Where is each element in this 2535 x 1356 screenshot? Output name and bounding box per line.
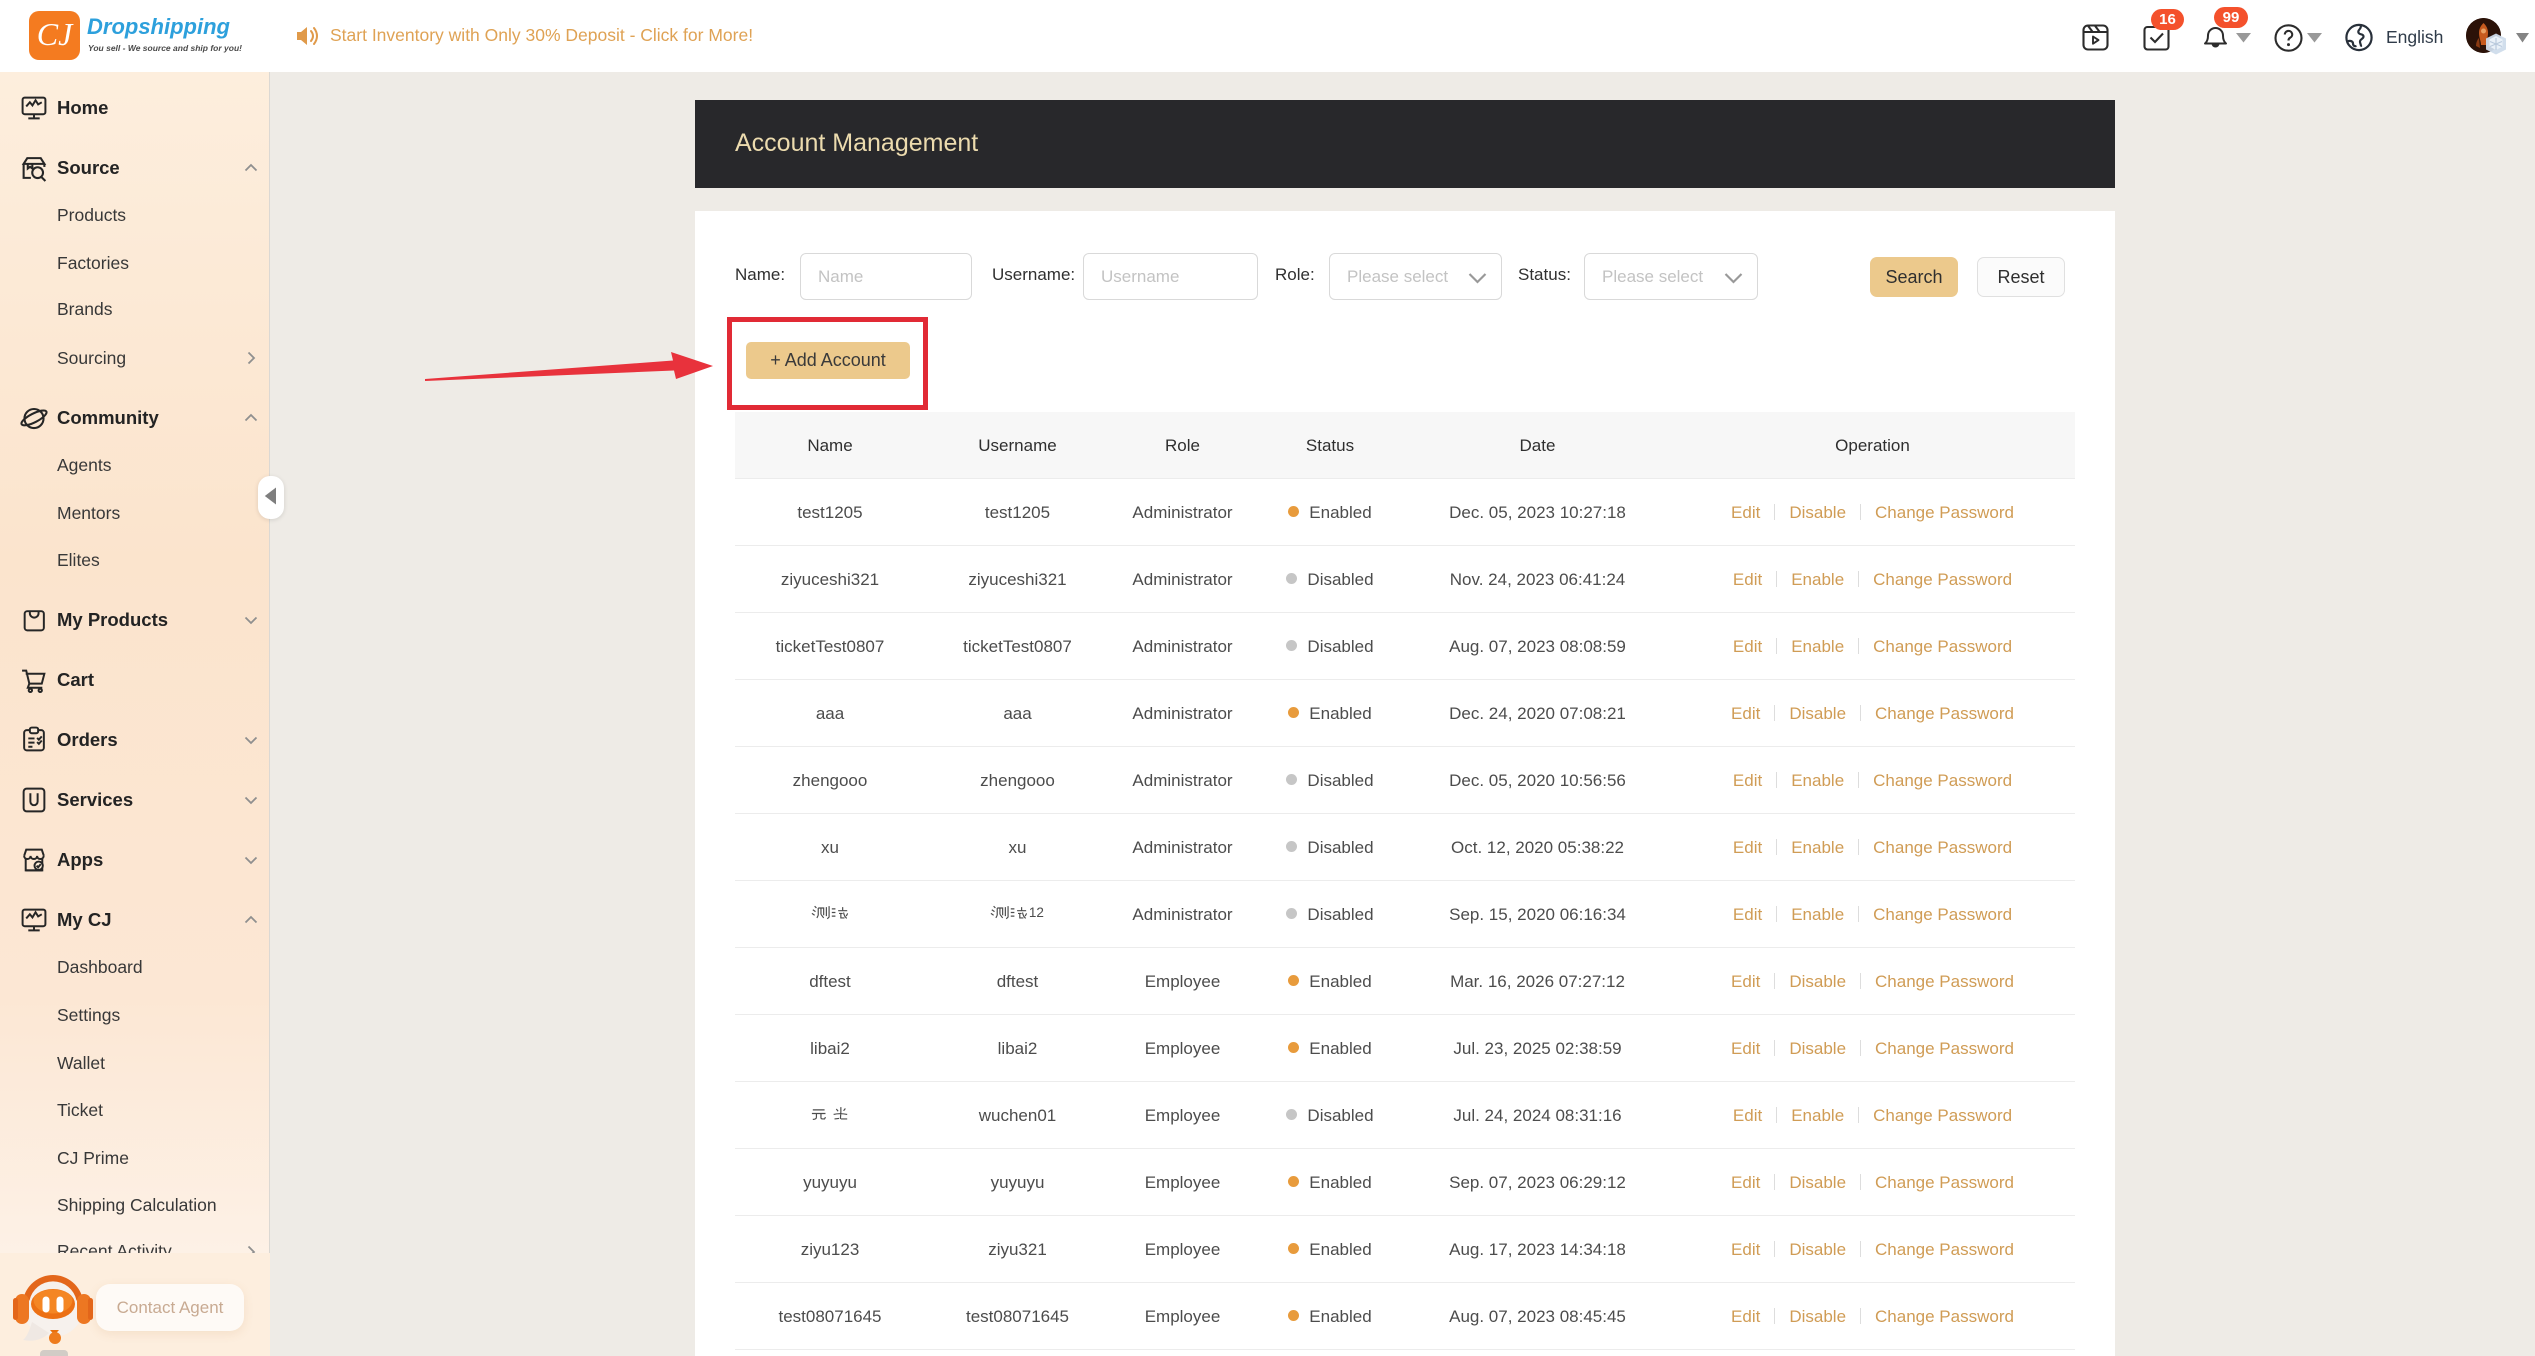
svg-text:12: 12 bbox=[1028, 905, 1043, 920]
